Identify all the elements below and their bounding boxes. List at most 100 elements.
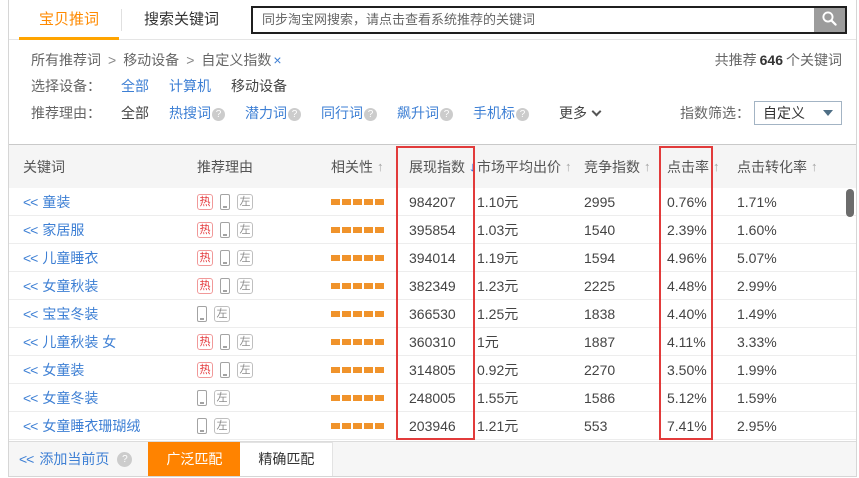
relevance-bar-segment xyxy=(342,283,351,289)
competition-index-value: 2995 xyxy=(584,194,667,210)
reason-option-label: 潜力词 xyxy=(245,105,287,121)
breadcrumb-item[interactable]: 移动设备 xyxy=(123,50,179,70)
breadcrumb-separator: > xyxy=(186,52,194,68)
avg-price-value: 1.10元 xyxy=(477,192,584,212)
keyword-count: 646 xyxy=(760,52,783,68)
add-keyword-icon[interactable]: << xyxy=(23,306,37,322)
relevance-bars xyxy=(331,227,409,233)
reason-option-3[interactable]: 潜力词? xyxy=(245,105,301,121)
avg-price-value: 1.25元 xyxy=(477,304,584,324)
relevance-bar-segment xyxy=(331,367,340,373)
ctr-value: 4.96% xyxy=(667,250,737,266)
index-filter-dropdown[interactable]: 自定义 xyxy=(754,101,842,125)
keyword-link[interactable]: 宝宝冬装 xyxy=(42,306,98,322)
competition-index-value: 553 xyxy=(584,418,667,434)
column-header-8[interactable]: 点击转化率↑ xyxy=(737,157,827,177)
keyword-link[interactable]: 女童睡衣珊瑚绒 xyxy=(42,418,140,434)
sort-up-icon: ↑ xyxy=(811,159,818,174)
keyword-link[interactable]: 女童冬装 xyxy=(42,390,98,406)
reason-option-6[interactable]: 手机标? xyxy=(473,105,529,121)
help-icon[interactable]: ? xyxy=(364,108,377,121)
keyword-link[interactable]: 儿童秋装 女 xyxy=(42,334,116,350)
relevance-bar-segment xyxy=(331,283,340,289)
device-options: 全部 计算机 移动设备 xyxy=(121,76,307,96)
column-label: 点击率 xyxy=(667,157,709,177)
keyword-link[interactable]: 童装 xyxy=(42,194,70,210)
device-option-2[interactable]: 计算机 xyxy=(169,78,211,94)
competition-index-value: 1540 xyxy=(584,222,667,238)
add-keyword-icon[interactable]: << xyxy=(23,194,37,210)
keyword-cell: << 儿童睡衣 xyxy=(23,248,197,268)
device-option-3[interactable]: 移动设备 xyxy=(231,78,287,94)
breadcrumb-item[interactable]: 自定义指数 xyxy=(201,50,271,70)
keyword-link[interactable]: 女童秋装 xyxy=(42,278,98,294)
reason-option-5[interactable]: 飙升词? xyxy=(397,105,453,121)
help-icon[interactable]: ? xyxy=(212,108,225,121)
impression-index-value: 360310 xyxy=(409,334,477,350)
competition-index-value: 2225 xyxy=(584,278,667,294)
column-header-6[interactable]: 竞争指数↑ xyxy=(584,157,667,177)
add-current-page-link[interactable]: << 添加当前页 xyxy=(19,449,109,469)
ctr-value: 4.40% xyxy=(667,306,737,322)
cvr-value: 2.99% xyxy=(737,278,827,294)
relevance-bar-segment xyxy=(375,227,384,233)
relevance-bar-segment xyxy=(331,395,340,401)
add-keyword-icon[interactable]: << xyxy=(23,250,37,266)
help-icon[interactable]: ? xyxy=(516,108,529,121)
reason-filter-label: 推荐理由： xyxy=(31,103,121,123)
keyword-link[interactable]: 家居服 xyxy=(42,222,84,238)
breadcrumb-item[interactable]: 所有推荐词 xyxy=(31,50,101,70)
more-button[interactable]: 更多 xyxy=(559,103,600,123)
tab-bar: 宝贝推词搜索关键词 xyxy=(17,0,241,40)
reason-badges-cell: 热左 xyxy=(197,222,331,238)
exact-match-button[interactable]: 精确匹配 xyxy=(240,442,333,477)
column-label: 竞争指数 xyxy=(584,157,640,177)
reason-badges-cell: 热左 xyxy=(197,334,331,350)
table-row: <<女童睡衣珊瑚绒左2039461.21元5537.41%2.95% xyxy=(9,412,856,440)
relevance-bar-segment xyxy=(375,339,384,345)
keyword-link[interactable]: 儿童睡衣 xyxy=(42,250,98,266)
reason-option-1[interactable]: 全部 xyxy=(121,105,149,121)
column-header-1: 关键词 xyxy=(23,157,197,177)
relevance-bar-segment xyxy=(331,227,340,233)
relevance-bar-segment xyxy=(375,283,384,289)
add-keyword-icon[interactable]: << xyxy=(23,278,37,294)
scrollbar-thumb[interactable] xyxy=(846,189,854,217)
keyword-link[interactable]: 女童装 xyxy=(42,362,84,378)
keyword-cell: << 女童装 xyxy=(23,360,197,380)
add-keyword-icon[interactable]: << xyxy=(23,222,37,238)
ctr-value: 7.41% xyxy=(667,418,737,434)
help-icon[interactable]: ? xyxy=(440,108,453,121)
add-keyword-icon[interactable]: << xyxy=(23,362,37,378)
left-badge: 左 xyxy=(237,278,253,294)
reason-option-4[interactable]: 同行词? xyxy=(321,105,377,121)
impression-index-value: 394014 xyxy=(409,250,477,266)
sort-down-icon: ↓ xyxy=(469,159,476,174)
search-input[interactable] xyxy=(253,8,814,32)
reason-option-label: 手机标 xyxy=(473,105,515,121)
relevance-bar-segment xyxy=(342,311,351,317)
add-keyword-icon[interactable]: << xyxy=(23,390,37,406)
relevance-bar-segment xyxy=(342,339,351,345)
search-button[interactable] xyxy=(814,8,845,32)
help-icon[interactable]: ? xyxy=(288,108,301,121)
left-badge: 左 xyxy=(214,306,230,322)
add-keyword-icon[interactable]: << xyxy=(23,334,37,350)
add-keyword-icon[interactable]: << xyxy=(23,418,37,434)
relevance-bars xyxy=(331,395,409,401)
device-option-1[interactable]: 全部 xyxy=(121,78,149,94)
tab-1[interactable]: 宝贝推词 xyxy=(17,0,121,40)
help-icon[interactable]: ? xyxy=(117,452,132,467)
ctr-value: 4.11% xyxy=(667,334,737,350)
broad-match-button[interactable]: 广泛匹配 xyxy=(148,442,240,477)
reason-option-2[interactable]: 热搜词? xyxy=(169,105,225,121)
tab-2[interactable]: 搜索关键词 xyxy=(122,0,241,40)
cvr-value: 1.71% xyxy=(737,194,827,210)
column-header-5[interactable]: 市场平均出价↑ xyxy=(477,157,584,177)
column-header-3[interactable]: 相关性↑ xyxy=(331,157,409,177)
keyword-table: 关键词推荐理由相关性↑展现指数↓市场平均出价↑竞争指数↑点击率↑点击转化率↑ <… xyxy=(9,144,856,440)
remove-filter-icon[interactable]: × xyxy=(273,52,281,68)
impression-index-value: 203946 xyxy=(409,418,477,434)
column-header-7[interactable]: 点击率↑ xyxy=(667,157,737,177)
column-header-4[interactable]: 展现指数↓ xyxy=(409,157,477,177)
